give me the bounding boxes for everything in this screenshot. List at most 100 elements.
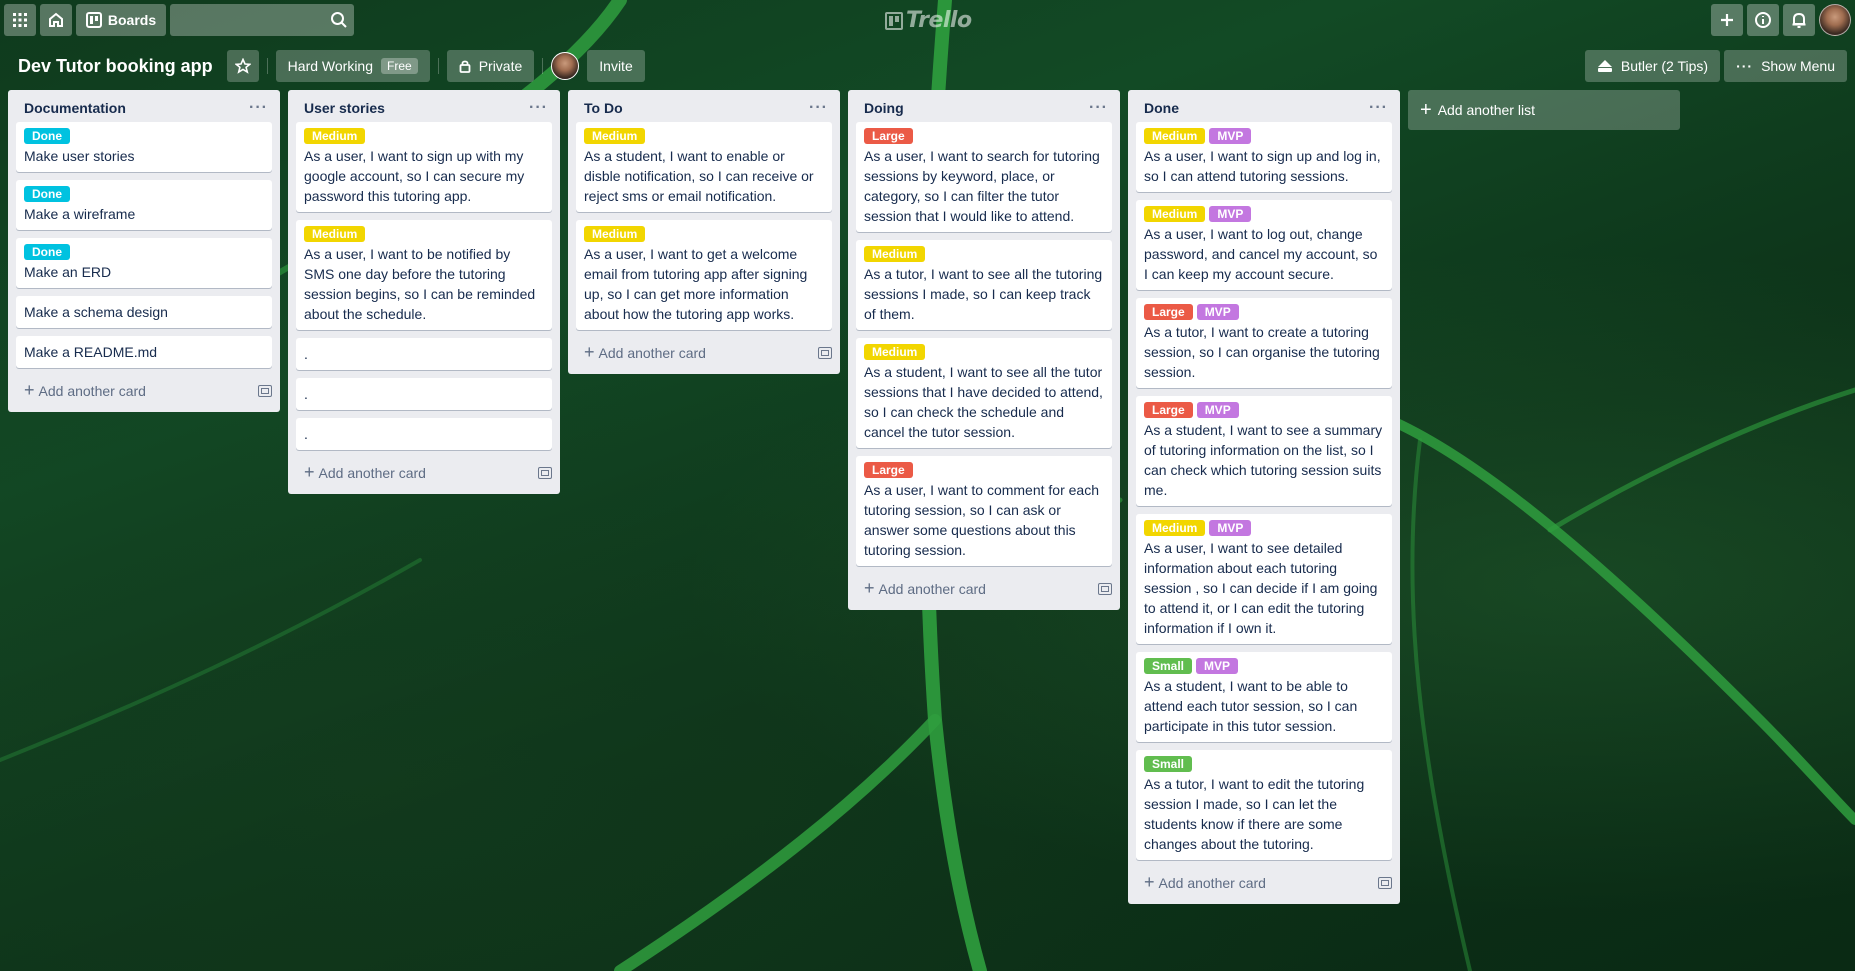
card[interactable]: Small MVP As a student, I want to be able … — [1136, 652, 1392, 742]
add-list-button[interactable]: + Add another list — [1408, 90, 1680, 130]
notifications-button[interactable] — [1783, 4, 1815, 36]
info-button[interactable] — [1747, 4, 1779, 36]
card-labels: Small — [1144, 756, 1384, 772]
add-card-button[interactable]: + Add another card — [288, 458, 560, 490]
list-documentation: Documentation ··· Done Make user stories Don… — [8, 90, 280, 412]
search-input[interactable] — [170, 4, 354, 36]
create-button[interactable] — [1711, 4, 1743, 36]
trello-logo[interactable]: Trello — [885, 8, 972, 33]
card-label[interactable]: Large — [864, 128, 913, 144]
card-label[interactable]: Done — [24, 244, 70, 260]
card-template-icon[interactable] — [1098, 583, 1112, 595]
card-label[interactable]: Medium — [584, 128, 646, 144]
card-title: Make a schema design — [24, 304, 168, 320]
card-label[interactable]: MVP — [1196, 402, 1239, 418]
plus-icon — [1721, 14, 1733, 26]
card-template-icon[interactable] — [818, 347, 832, 359]
card-label[interactable]: MVP — [1209, 128, 1252, 144]
info-icon — [1755, 12, 1771, 28]
team-button[interactable]: Hard Working Free — [275, 50, 430, 82]
card[interactable]: Medium MVP As a user, I want to log out, c… — [1136, 200, 1392, 290]
card[interactable]: Large MVP As a tutor, I want to create a t… — [1136, 298, 1392, 388]
card[interactable]: Done Make user stories — [16, 122, 272, 172]
profile-button[interactable] — [1819, 4, 1851, 36]
list-menu-icon[interactable]: ··· — [1369, 100, 1388, 116]
card[interactable]: Done Make an ERD — [16, 238, 272, 288]
card-label[interactable]: MVP — [1196, 304, 1239, 320]
show-menu-button[interactable]: ··· Show Menu — [1724, 50, 1847, 82]
card[interactable]: Medium As a user, I want to sign up with … — [296, 122, 552, 212]
card[interactable]: Medium MVP As a user, I want to sign up an… — [1136, 122, 1392, 192]
card-label[interactable]: MVP — [1196, 658, 1239, 674]
list-title[interactable]: Documentation — [24, 100, 126, 116]
list-title[interactable]: To Do — [584, 100, 623, 116]
card[interactable]: . — [296, 338, 552, 370]
list-menu-icon[interactable]: ··· — [249, 100, 268, 116]
add-card-content: + Add another card — [24, 381, 146, 399]
search-icon[interactable] — [330, 11, 348, 29]
star-button[interactable] — [226, 50, 259, 82]
apps-button[interactable] — [4, 4, 36, 36]
boards-button[interactable]: Boards — [76, 4, 166, 36]
card[interactable]: Medium As a user, I want to be notified b… — [296, 220, 552, 330]
list-menu-icon[interactable]: ··· — [529, 100, 548, 116]
card-template-icon[interactable] — [538, 467, 552, 479]
add-card-button[interactable]: + Add another card — [568, 338, 840, 370]
card-label[interactable]: Large — [864, 462, 913, 478]
more-icon: ··· — [1736, 58, 1754, 74]
add-card-label: Add another card — [598, 345, 706, 361]
card-label[interactable]: Medium — [1144, 520, 1206, 536]
board-title[interactable]: Dev Tutor booking app — [8, 56, 223, 77]
card-label[interactable]: Large — [1144, 304, 1193, 320]
card-label[interactable]: Medium — [1144, 206, 1206, 222]
plus-icon: + — [1420, 99, 1432, 121]
card[interactable]: Medium As a tutor, I want to see all the … — [856, 240, 1112, 330]
home-button[interactable] — [40, 4, 72, 36]
card-label[interactable]: Done — [24, 186, 70, 202]
card[interactable]: Medium MVP As a user, I want to see detail… — [1136, 514, 1392, 644]
list-menu-icon[interactable]: ··· — [809, 100, 828, 116]
visibility-button[interactable]: Private — [446, 50, 535, 82]
card-template-icon[interactable] — [258, 385, 272, 397]
add-card-button[interactable]: + Add another card — [8, 376, 280, 408]
member-avatar[interactable] — [551, 52, 580, 80]
list-title[interactable]: Done — [1144, 100, 1179, 116]
card[interactable]: Large As a user, I want to comment for ea… — [856, 456, 1112, 566]
list-title[interactable]: Doing — [864, 100, 904, 116]
list-menu-icon[interactable]: ··· — [1089, 100, 1108, 116]
bell-icon — [1792, 12, 1806, 28]
card[interactable]: . — [296, 418, 552, 450]
card-list: Medium As a student, I want to enable or … — [568, 122, 840, 330]
card-label[interactable]: Done — [24, 128, 70, 144]
list-title[interactable]: User stories — [304, 100, 385, 116]
add-card-button[interactable]: + Add another card — [848, 574, 1120, 606]
card-label[interactable]: Medium — [304, 226, 366, 242]
home-icon — [49, 12, 63, 27]
card[interactable]: Make a schema design — [16, 296, 272, 328]
invite-button[interactable]: Invite — [587, 50, 645, 82]
card-labels: Large MVP — [1144, 304, 1384, 320]
card[interactable]: Make a README.md — [16, 336, 272, 368]
card[interactable]: Large As a user, I want to search for tut… — [856, 122, 1112, 232]
card-label[interactable]: Small — [1144, 756, 1193, 772]
divider — [266, 58, 268, 74]
card[interactable]: . — [296, 378, 552, 410]
card-label[interactable]: MVP — [1209, 206, 1252, 222]
card-label[interactable]: Medium — [864, 246, 926, 262]
card-template-icon[interactable] — [1378, 877, 1392, 889]
card-label[interactable]: Medium — [1144, 128, 1206, 144]
card-label[interactable]: Medium — [584, 226, 646, 242]
card-label[interactable]: Medium — [864, 344, 926, 360]
card[interactable]: Medium As a user, I want to get a welcome… — [576, 220, 832, 330]
card[interactable]: Small As a tutor, I want to edit the tuto… — [1136, 750, 1392, 860]
card[interactable]: Large MVP As a student, I want to see a su… — [1136, 396, 1392, 506]
card[interactable]: Medium As a student, I want to enable or … — [576, 122, 832, 212]
butler-button[interactable]: Butler (2 Tips) — [1584, 50, 1721, 82]
add-card-button[interactable]: + Add another card — [1128, 868, 1400, 900]
card-label[interactable]: Medium — [304, 128, 366, 144]
card-label[interactable]: Large — [1144, 402, 1193, 418]
card[interactable]: Done Make a wireframe — [16, 180, 272, 230]
card-label[interactable]: MVP — [1209, 520, 1252, 536]
card[interactable]: Medium As a student, I want to see all th… — [856, 338, 1112, 448]
card-label[interactable]: Small — [1144, 658, 1193, 674]
